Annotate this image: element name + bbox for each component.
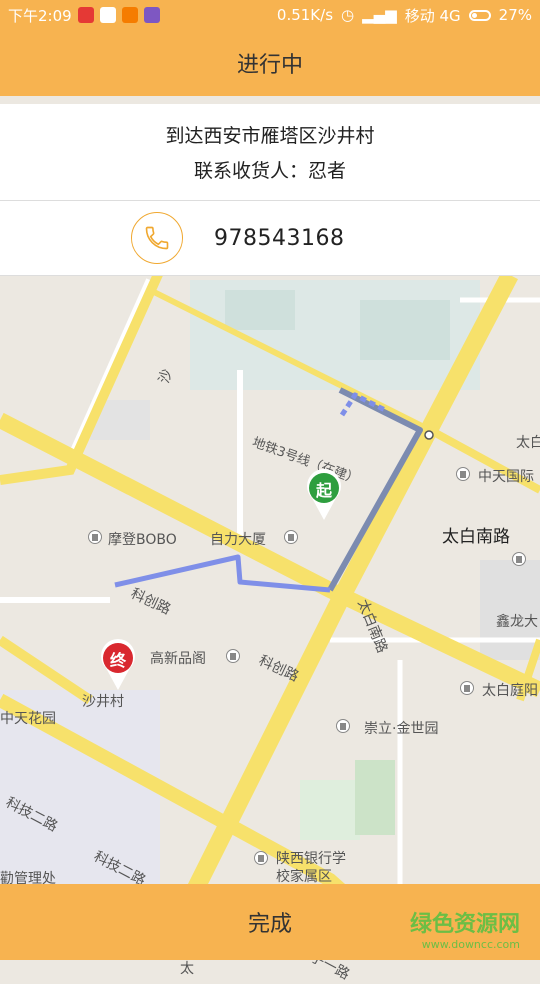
end-marker[interactable]: 终 [98,638,138,692]
watermark-url: www.downcc.com [421,938,520,951]
poi-label: 高新品阁 [150,651,206,667]
phone-number[interactable]: 978543168 [214,226,344,251]
poi-building-icon [456,467,470,481]
play-store-icon [99,7,116,23]
poi-label: 太白南路 [442,527,510,547]
page-title: 进行中 [236,53,303,78]
poi-label: 太白庭阳 [482,683,538,699]
poi-label: 沙井村 [82,694,124,710]
poi-label: 鑫龙大 [496,614,538,630]
poi-building-icon [460,681,474,695]
carrier: 移动 4G [404,6,461,25]
poi-building-icon [254,851,268,865]
phone-icon [145,226,169,250]
poi-building-icon [336,719,350,733]
poi-label: 中天国际 [478,469,534,485]
bus-stop-marker [424,430,434,440]
poi-building-icon [284,530,298,544]
status-bar: 下午2:09 0.51K/s ◷ ▂▄▆ 移动 4G 27% [0,0,540,30]
contact-text: 联系收货人：忍者 [193,160,346,182]
end-marker-label: 终 [109,651,126,670]
finish-button-label: 完成 [247,912,292,937]
status-time: 下午2:09 [8,6,72,25]
destination-text: 到达西安市雁塔区沙井村 [165,125,375,147]
poi-label: 陕西银行学 校家属区 [276,851,346,885]
watermark: 绿色资源网 www.downcc.com [410,906,520,951]
signal-icon: ▂▄▆ [362,6,397,24]
start-marker-label: 起 [315,481,332,500]
call-button[interactable] [131,212,183,264]
poi-label: 摩登BOBO [108,532,177,548]
notification-app-icon [143,7,160,23]
title-bar: 进行中 [0,30,540,96]
notification-app-icon [77,7,94,23]
phone-card[interactable]: 978543168 [0,201,540,276]
poi-building-icon [512,552,526,566]
watermark-brand: 绿色资源网 [409,912,520,937]
poi-label: 崇立·金世园 [364,721,439,737]
battery-icon [468,9,491,21]
poi-label: 自力大厦 [210,532,266,548]
poi-label: 太白 [516,435,540,451]
battery-level: 27% [498,6,532,24]
road-label: 太 [180,961,194,977]
alarm-clock-icon: ◷ [341,6,355,24]
delivery-info-card: 到达西安市雁塔区沙井村 联系收货人：忍者 [0,104,540,201]
start-marker[interactable]: 起 [304,468,344,522]
poi-building-icon [88,530,102,544]
notification-app-icon [121,7,138,23]
poi-building-icon [226,649,240,663]
poi-label: 中天花园 [0,711,56,727]
network-speed: 0.51K/s [276,6,334,24]
